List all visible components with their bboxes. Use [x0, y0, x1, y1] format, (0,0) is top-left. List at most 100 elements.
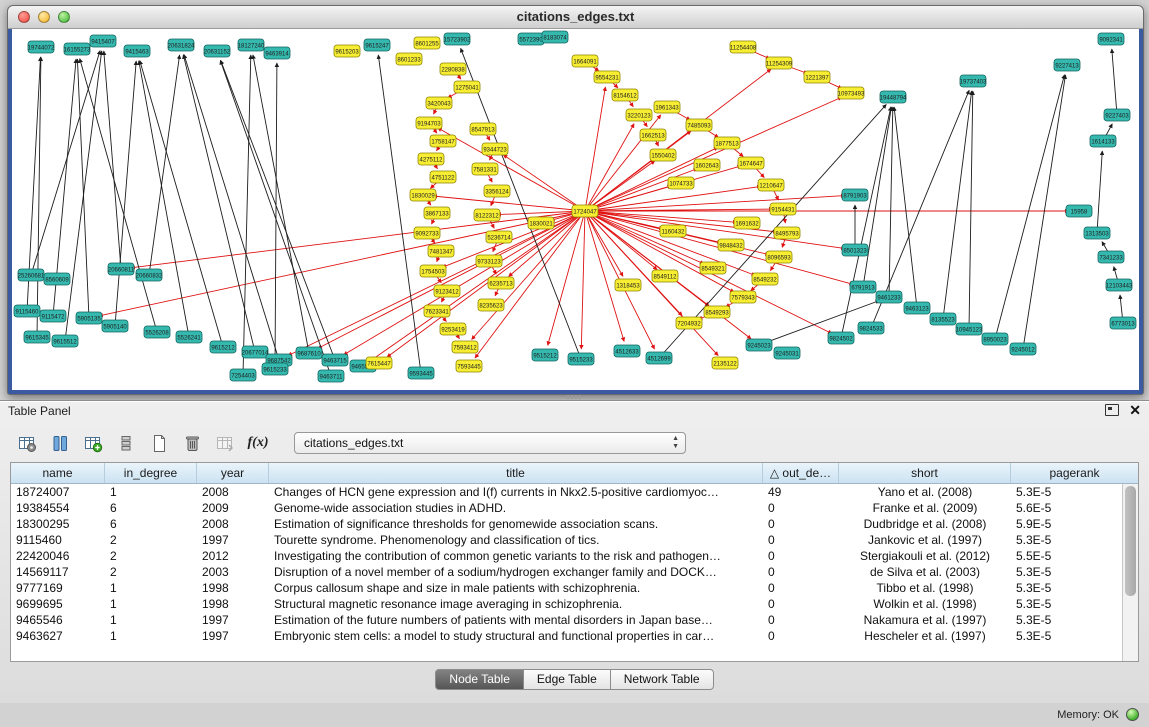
graph-node[interactable]: 1724047 [572, 205, 598, 217]
graph-node[interactable]: 7579343 [730, 291, 756, 303]
graph-node[interactable]: 8549293 [704, 306, 730, 318]
column-header-in_degree[interactable]: in_degree [105, 463, 197, 483]
column-header-out_de[interactable]: △ out_de… [763, 463, 839, 483]
graph-node[interactable]: 9415407 [90, 35, 116, 47]
graph-node[interactable]: 1664091 [572, 55, 598, 67]
graph-node[interactable]: 7254403 [230, 369, 256, 381]
graph-node[interactable]: 9227413 [1054, 59, 1080, 71]
graph-node[interactable]: 20631824 [168, 39, 195, 51]
scrollbar-thumb[interactable] [1125, 486, 1136, 596]
graph-node[interactable]: 3867133 [424, 207, 450, 219]
graph-node[interactable]: 1221397 [804, 71, 830, 83]
graph-node[interactable]: 9227403 [1104, 109, 1130, 121]
graph-node[interactable]: 10973493 [838, 87, 865, 99]
graph-node[interactable]: 8122312 [474, 209, 500, 221]
table-row[interactable]: 1456911722003Disruption of a novel membe… [11, 564, 1123, 580]
show-columns-icon[interactable] [47, 431, 73, 455]
graph-node[interactable]: 7341233 [1098, 251, 1124, 263]
graph-node[interactable]: 1275041 [454, 81, 480, 93]
graph-node[interactable]: 7581331 [472, 163, 498, 175]
graph-node[interactable]: 15958 [1066, 205, 1092, 217]
graph-node[interactable]: 3220123 [626, 109, 652, 121]
row-mode-icon[interactable] [113, 431, 139, 455]
graph-node[interactable]: 8601233 [396, 53, 422, 65]
graph-node[interactable]: 9245023 [746, 339, 772, 351]
graph-node[interactable]: 7481347 [428, 245, 454, 257]
graph-node[interactable]: 1691632 [734, 217, 760, 229]
graph-node[interactable]: 6235713 [488, 277, 514, 289]
graph-node[interactable]: 9245031 [774, 347, 800, 359]
table-row[interactable]: 2242004622012Investigating the contribut… [11, 548, 1123, 564]
network-canvas[interactable]: 1724047197440721615527394154079415463206… [12, 29, 1139, 390]
graph-node[interactable]: 9515233 [568, 353, 594, 365]
graph-node[interactable]: 9194703 [416, 117, 442, 129]
graph-node[interactable]: 9092733 [414, 227, 440, 239]
table-vertical-scrollbar[interactable] [1122, 484, 1138, 661]
graph-node[interactable]: 8950023 [982, 333, 1008, 345]
column-header-short[interactable]: short [839, 463, 1011, 483]
graph-node[interactable]: 1318453 [615, 279, 641, 291]
graph-node[interactable]: 5236714 [486, 231, 512, 243]
graph-node[interactable]: 1313503 [1084, 227, 1110, 239]
column-header-name[interactable]: name [11, 463, 105, 483]
graph-node[interactable]: 3420043 [426, 97, 452, 109]
graph-node[interactable]: 9245012 [1010, 343, 1036, 355]
graph-node[interactable]: 9154431 [770, 203, 796, 215]
graph-node[interactable]: 8501323 [842, 244, 868, 256]
graph-node[interactable]: 8154612 [612, 89, 638, 101]
graph-node[interactable]: 9463123 [904, 302, 930, 314]
function-builder-icon[interactable]: f(x) [245, 431, 271, 455]
graph-node[interactable]: 7593445 [456, 360, 482, 372]
graph-node[interactable]: 20660811 [108, 263, 135, 275]
table-row[interactable]: 977716911998Corpus callosum shape and si… [11, 580, 1123, 596]
graph-node[interactable]: 9615247 [364, 39, 390, 51]
new-file-icon[interactable] [146, 431, 172, 455]
graph-node[interactable]: 5526241 [176, 331, 202, 343]
graph-node[interactable]: 4751122 [430, 171, 456, 183]
graph-node[interactable]: 9687610 [296, 347, 322, 359]
graph-node[interactable]: 1210647 [758, 179, 784, 191]
graph-node[interactable]: 9115460 [14, 305, 40, 317]
graph-node[interactable]: 9733123 [476, 255, 502, 267]
create-column-icon[interactable] [80, 431, 106, 455]
graph-node[interactable]: 9344723 [482, 143, 508, 155]
table-settings-icon[interactable] [14, 431, 40, 455]
graph-node[interactable]: 3356124 [484, 185, 510, 197]
table-row[interactable]: 1830029562008Estimation of significance … [11, 516, 1123, 532]
import-table-icon[interactable] [212, 431, 238, 455]
graph-node[interactable]: 8183074 [542, 31, 568, 43]
graph-node[interactable]: 8549112 [652, 270, 678, 282]
graph-node[interactable]: 5572390 [518, 33, 544, 45]
column-header-pagerank[interactable]: pagerank [1011, 463, 1138, 483]
close-panel-icon[interactable]: ✕ [1129, 404, 1141, 416]
window-titlebar[interactable]: citations_edges.txt [8, 6, 1143, 29]
graph-node[interactable]: 1074733 [668, 177, 694, 189]
graph-node[interactable]: 7204932 [676, 317, 702, 329]
graph-node[interactable]: 9615203 [334, 45, 360, 57]
graph-node[interactable]: 19737403 [960, 75, 987, 87]
graph-node[interactable]: 9463715 [322, 354, 348, 366]
tab-edge-table[interactable]: Edge Table [524, 669, 611, 690]
graph-node[interactable]: 1754503 [420, 265, 446, 277]
graph-node[interactable]: 8560609 [44, 273, 70, 285]
graph-node[interactable]: 9515212 [532, 349, 558, 361]
graph-node[interactable]: 9615345 [24, 331, 50, 343]
graph-node[interactable]: 7615447 [366, 357, 392, 369]
graph-node[interactable]: 7485093 [686, 119, 712, 131]
panel-splitter[interactable] [0, 393, 1149, 400]
graph-node[interactable]: 6773013 [1110, 317, 1136, 329]
graph-node[interactable]: 4275112 [418, 153, 444, 165]
graph-node[interactable]: 1830021 [528, 217, 554, 229]
graph-node[interactable]: 8791903 [842, 189, 868, 201]
table-row[interactable]: 946362711997Embryonic stem cells: a mode… [11, 628, 1123, 644]
graph-node[interactable]: 8096593 [766, 251, 792, 263]
citation-network-graph[interactable]: 1724047197440721615527394154079415463206… [12, 29, 1139, 386]
graph-node[interactable]: 1758147 [430, 135, 456, 147]
graph-node[interactable]: 1550402 [650, 149, 676, 161]
graph-node[interactable]: 8549321 [700, 262, 726, 274]
graph-node[interactable]: 20677014 [242, 346, 269, 358]
graph-node[interactable]: 9253419 [440, 323, 466, 335]
graph-node[interactable]: 1877513 [714, 137, 740, 149]
graph-node[interactable]: 9593445 [408, 367, 434, 379]
graph-node[interactable]: 9463914 [264, 47, 290, 59]
